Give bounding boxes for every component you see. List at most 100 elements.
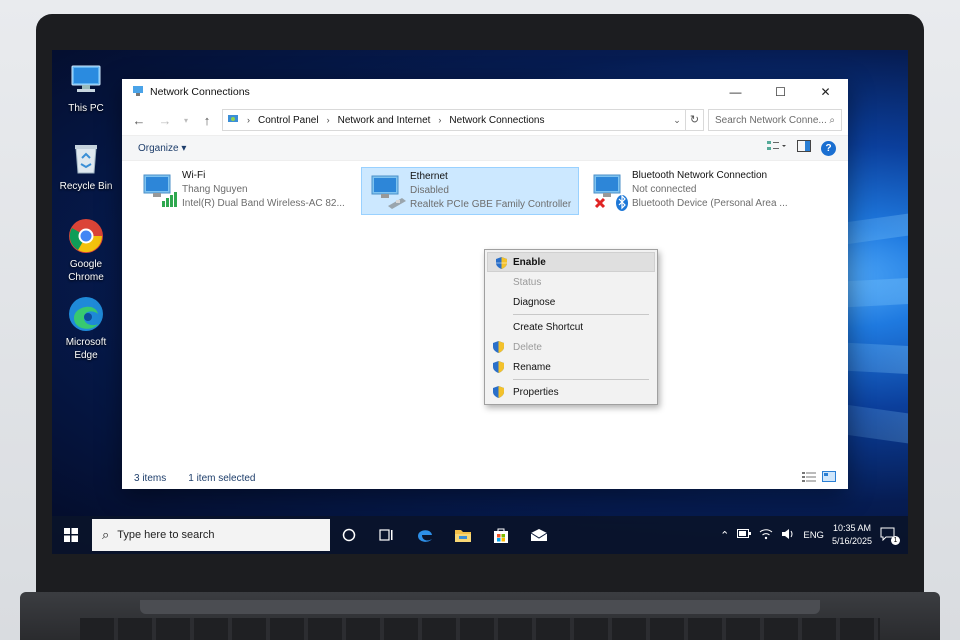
recycle-bin-icon bbox=[68, 140, 104, 176]
minimize-button[interactable]: — bbox=[713, 79, 758, 105]
organize-button[interactable]: Organize ▾ bbox=[138, 143, 186, 154]
bluetooth-adapter-icon bbox=[588, 169, 632, 213]
adapter-wifi[interactable]: Wi-Fi Thang Nguyen Intel(R) Dual Band Wi… bbox=[134, 167, 352, 215]
taskbar-search-placeholder: Type here to search bbox=[117, 529, 215, 541]
desktop-icon-recycle-bin[interactable]: Recycle Bin bbox=[54, 140, 118, 193]
chevron-up-icon[interactable]: ⌃ bbox=[720, 529, 729, 542]
clock-time: 10:35 AM bbox=[832, 523, 871, 533]
adapter-device: Intel(R) Dual Band Wireless-AC 82... bbox=[182, 198, 345, 209]
menu-item-diagnose[interactable]: Diagnose bbox=[485, 292, 657, 312]
up-arrow-icon[interactable]: ↑ bbox=[196, 109, 218, 131]
adapter-status: Thang Nguyen bbox=[182, 184, 248, 195]
language-indicator[interactable]: ENG bbox=[803, 530, 824, 541]
clock[interactable]: 10:35 AM 5/16/2025 bbox=[832, 522, 872, 548]
battery-icon[interactable] bbox=[737, 529, 752, 541]
recent-dropdown-icon[interactable]: ▾ bbox=[180, 109, 192, 131]
control-panel-icon bbox=[227, 113, 239, 128]
chevron-right-icon: › bbox=[247, 115, 250, 125]
address-bar[interactable]: › Control Panel › Network and Internet ›… bbox=[222, 109, 704, 131]
monitor-icon bbox=[68, 62, 104, 98]
edge-icon bbox=[68, 296, 104, 332]
menu-item-status[interactable]: Status bbox=[485, 272, 657, 292]
address-row: ← → ▾ ↑ › Control Panel › Network and In… bbox=[122, 105, 848, 135]
search-placeholder: Search Network Conne... bbox=[715, 114, 827, 126]
status-view-buttons bbox=[802, 471, 848, 485]
menu-item-create-shortcut[interactable]: Create Shortcut bbox=[485, 317, 657, 337]
chrome-icon bbox=[68, 218, 104, 254]
context-menu: Enable Status Diagnose Create Shortcut D… bbox=[484, 249, 658, 405]
notification-badge: 1 bbox=[891, 536, 900, 545]
close-button[interactable]: ✕ bbox=[803, 79, 848, 105]
forward-arrow-icon[interactable]: → bbox=[154, 109, 176, 131]
windows-start-icon[interactable] bbox=[52, 516, 90, 554]
refresh-icon[interactable]: ↻ bbox=[685, 110, 703, 130]
volume-icon[interactable] bbox=[781, 528, 795, 543]
item-count: 3 items bbox=[134, 472, 167, 484]
selection-count: 1 item selected bbox=[188, 472, 256, 484]
cortana-icon[interactable] bbox=[330, 516, 368, 554]
command-bar: Organize ▾ ? bbox=[122, 135, 848, 161]
breadcrumb-item[interactable]: Control Panel bbox=[258, 115, 319, 126]
search-box[interactable]: Search Network Conne... ⌕ bbox=[708, 109, 842, 131]
desktop-icon-label: Microsoft Edge bbox=[65, 337, 107, 361]
adapter-bluetooth[interactable]: Bluetooth Network Connection Not connect… bbox=[584, 167, 802, 215]
laptop-keyboard bbox=[80, 618, 880, 640]
laptop-hinge bbox=[140, 600, 820, 614]
title-bar: Network Connections — ☐ ✕ bbox=[122, 79, 848, 105]
network-app-icon bbox=[132, 85, 144, 100]
back-arrow-icon[interactable]: ← bbox=[128, 109, 150, 131]
desktop-icon-label: Recycle Bin bbox=[59, 181, 113, 192]
menu-item-rename[interactable]: Rename bbox=[485, 357, 657, 377]
menu-item-properties[interactable]: Properties bbox=[485, 382, 657, 402]
menu-item-enable[interactable]: Enable bbox=[487, 252, 655, 272]
file-explorer-icon[interactable] bbox=[444, 516, 482, 554]
adapter-name: Ethernet bbox=[410, 171, 448, 182]
chevron-right-icon: › bbox=[326, 115, 330, 125]
system-tray: ⌃ ENG 10:35 AM 5/16/2025 1 bbox=[720, 522, 908, 548]
desktop-screen: This PC Recycle Bin Google Chrome Micros… bbox=[52, 50, 908, 554]
breadcrumb-item[interactable]: Network Connections bbox=[449, 115, 544, 126]
help-icon[interactable]: ? bbox=[821, 140, 836, 156]
adapter-name: Wi-Fi bbox=[182, 170, 206, 181]
uac-shield-icon bbox=[493, 361, 504, 376]
change-view-icon[interactable] bbox=[767, 139, 787, 157]
desktop-icon-this-pc[interactable]: This PC bbox=[54, 62, 118, 115]
desktop-icon-chrome[interactable]: Google Chrome bbox=[54, 218, 118, 284]
tiles-view-icon[interactable] bbox=[822, 471, 836, 485]
maximize-button[interactable]: ☐ bbox=[758, 79, 803, 105]
store-icon[interactable] bbox=[482, 516, 520, 554]
clock-date: 5/16/2025 bbox=[831, 536, 872, 546]
uac-shield-icon bbox=[493, 386, 504, 401]
mail-icon[interactable] bbox=[520, 516, 558, 554]
network-connections-window: Network Connections — ☐ ✕ ← → ▾ ↑ › Cont… bbox=[122, 79, 848, 489]
adapter-status: Not connected bbox=[632, 184, 697, 195]
menu-separator bbox=[513, 314, 649, 315]
adapter-device: Realtek PCIe GBE Family Controller bbox=[410, 199, 572, 210]
adapter-name: Bluetooth Network Connection bbox=[632, 170, 768, 181]
taskbar-search[interactable]: ⌕ Type here to search bbox=[92, 519, 330, 551]
taskbar: ⌕ Type here to search ⌃ ENG 10:35 AM 5/1… bbox=[52, 516, 908, 554]
ethernet-adapter-icon bbox=[366, 170, 410, 214]
adapter-device: Bluetooth Device (Personal Area ... bbox=[632, 198, 788, 209]
search-icon: ⌕ bbox=[829, 114, 835, 126]
menu-item-delete[interactable]: Delete bbox=[485, 337, 657, 357]
view-controls: ? bbox=[767, 139, 848, 157]
status-bar: 3 items 1 item selected bbox=[122, 467, 848, 489]
wifi-icon[interactable] bbox=[759, 528, 773, 543]
notification-center-icon[interactable]: 1 bbox=[880, 527, 900, 545]
preview-pane-icon[interactable] bbox=[797, 139, 811, 157]
adapter-ethernet[interactable]: Ethernet Disabled Realtek PCIe GBE Famil… bbox=[361, 167, 579, 215]
breadcrumb-item[interactable]: Network and Internet bbox=[338, 115, 431, 126]
wifi-adapter-icon bbox=[138, 169, 182, 213]
task-view-icon[interactable] bbox=[368, 516, 406, 554]
desktop-icon-edge[interactable]: Microsoft Edge bbox=[54, 296, 118, 362]
window-title: Network Connections bbox=[150, 86, 250, 98]
chevron-down-icon[interactable]: ⌄ bbox=[669, 115, 685, 126]
chevron-right-icon: › bbox=[438, 115, 442, 125]
desktop-icon-label: Google Chrome bbox=[68, 259, 104, 283]
details-view-icon[interactable] bbox=[802, 471, 816, 485]
uac-shield-icon bbox=[496, 257, 507, 272]
edge-taskbar-icon[interactable] bbox=[406, 516, 444, 554]
menu-separator bbox=[513, 379, 649, 380]
desktop-icon-label: This PC bbox=[68, 103, 104, 114]
